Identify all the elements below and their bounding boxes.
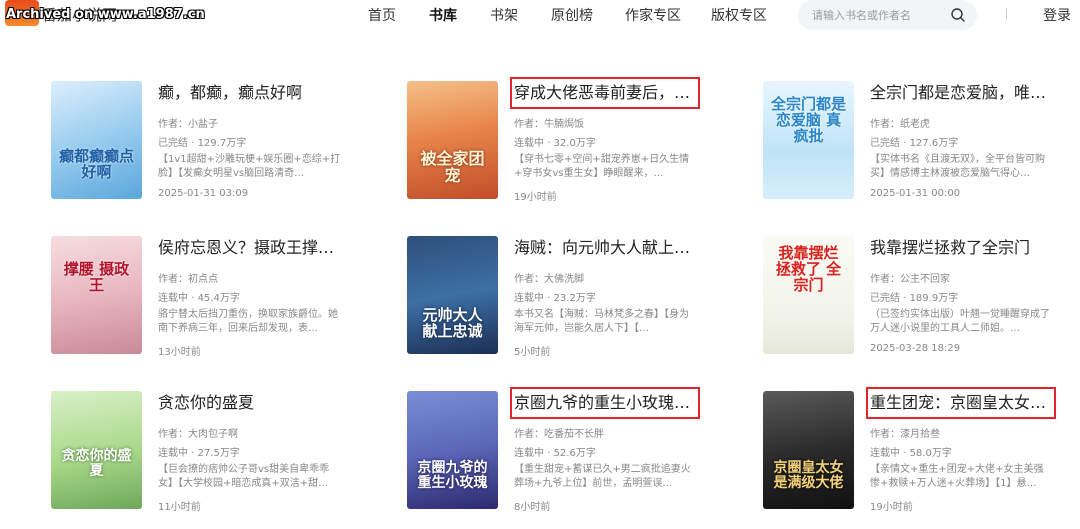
book-card[interactable]: 元帅大人 献上忠诚 海贼：向元帅大人献上忠诚 作者：大佛洗脚 连载中 · 23.… — [407, 236, 747, 358]
book-stats: 已完结 · 127.6万字 — [870, 138, 959, 149]
book-stats: 已完结 · 129.7万字 — [158, 138, 247, 149]
book-stats: 连载中 · 32.0万字 — [514, 138, 596, 149]
nav-bookshelf[interactable]: 书架 — [490, 5, 518, 25]
search-icon[interactable] — [950, 7, 966, 23]
book-stats: 已完结 · 189.9万字 — [870, 293, 959, 304]
book-card[interactable]: 癫都癫癫点好啊 癫，都癫，癫点好啊 作者：小盐子 已完结 · 129.7万字 【… — [51, 81, 391, 199]
book-description: 【巨会撩的痞帅公子哥vs甜美自卑乖乖女】【大学校园+暗恋成真+双洁+甜… — [158, 464, 330, 489]
book-cover[interactable]: 京圈皇太女 是满级大佬 — [763, 391, 854, 509]
nav-library[interactable]: 书库 — [429, 5, 457, 25]
book-card[interactable]: 京圈九爷的 重生小玫瑰 京圈九爷的重生小玫瑰，野又甜 作者：吃番茄不长胖 连载中… — [407, 387, 747, 513]
book-card[interactable]: 全宗门都是恋爱脑 真疯批 全宗门都是恋爱脑，唯我是真疯批 作者：纸老虎 已完结 … — [763, 81, 1080, 199]
book-cover[interactable]: 被全家团宠 — [407, 81, 498, 199]
search-box — [798, 0, 977, 30]
nav-author-zone[interactable]: 作家专区 — [625, 5, 681, 25]
book-title[interactable]: 海贼：向元帅大人献上忠诚 — [514, 236, 696, 260]
book-description: 本书又名【海贼：马林梵多之春】【身为海军元帅，岂能久居人下】【… — [514, 309, 689, 334]
book-title[interactable]: 侯府忘恩义？摄政王撑腰，嫡女杀疯了 — [158, 236, 340, 260]
book-stats: 连载中 · 58.0万字 — [870, 448, 952, 459]
book-title[interactable]: 穿成大佬恶毒前妻后，被全家团宠 — [510, 77, 700, 109]
book-cover[interactable]: 贪恋你的盛夏 — [51, 391, 142, 509]
book-stats: 连载中 · 23.2万字 — [514, 293, 596, 304]
update-time: 8小时前 — [514, 502, 551, 513]
book-author: 作者：大佛洗脚 — [514, 274, 584, 285]
update-time: 2025-01-31 00:00 — [870, 188, 961, 199]
book-description: （已签约实体出版）叶翘一觉睡醒穿成了万人迷小说里的工具人二师姐。… — [870, 309, 1050, 334]
book-cover[interactable]: 元帅大人 献上忠诚 — [407, 236, 498, 354]
update-time: 2025-03-28 18:29 — [870, 343, 961, 354]
book-stats: 连载中 · 45.4万字 — [158, 293, 240, 304]
book-author: 作者：牛腩焗饭 — [514, 119, 584, 130]
nav-original-ranking[interactable]: 原创榜 — [551, 5, 593, 25]
book-description: 【穿书七零+空间+甜宠养崽+日久生情+穿书女vs重生女】睁眼醒来，… — [514, 154, 690, 179]
book-cover[interactable]: 我靠摆烂 拯救了 全宗门 — [763, 236, 854, 354]
book-card[interactable]: 京圈皇太女 是满级大佬 重生团宠：京圈皇太女是满级大佬 作者：漆月拾叁 连载中 … — [763, 387, 1080, 513]
book-title[interactable]: 全宗门都是恋爱脑，唯我是真疯批 — [870, 81, 1052, 105]
book-title[interactable]: 癫，都癫，癫点好啊 — [158, 81, 340, 105]
book-title[interactable]: 我靠摆烂拯救了全宗门 — [870, 236, 1052, 260]
book-description: 【重生甜宠+蓄谋已久+男二疯批追妻火葬场+九爷上位】前世，孟明萱误… — [514, 464, 691, 489]
book-description: 【亲情文+重生+团宠+大佬+女主美强惨+救赎+万人迷+火葬场】【1】悬… — [870, 464, 1044, 489]
book-card[interactable]: 被全家团宠 穿成大佬恶毒前妻后，被全家团宠 作者：牛腩焗饭 连载中 · 32.0… — [407, 77, 747, 203]
nav-home[interactable]: 首页 — [368, 5, 396, 25]
book-author: 作者：小盐子 — [158, 119, 218, 130]
update-time: 19小时前 — [870, 502, 913, 513]
nav-copyright-zone[interactable]: 版权专区 — [711, 5, 767, 25]
book-stats: 连载中 · 52.6万字 — [514, 448, 596, 459]
book-author: 作者：漆月拾叁 — [870, 429, 940, 440]
book-author: 作者：初点点 — [158, 274, 218, 285]
book-stats: 连载中 · 27.5万字 — [158, 448, 240, 459]
book-author: 作者：大肉包子啊 — [158, 429, 238, 440]
update-time: 11小时前 — [158, 502, 201, 513]
book-author: 作者：公主不回家 — [870, 274, 950, 285]
book-card[interactable]: 撑腰 摄政王 侯府忘恩义？摄政王撑腰，嫡女杀疯了 作者：初点点 连载中 · 45… — [51, 236, 391, 358]
book-author: 作者：纸老虎 — [870, 119, 930, 130]
login-link[interactable]: 登录 — [1043, 5, 1071, 25]
book-author: 作者：吃番茄不长胖 — [514, 429, 604, 440]
update-time: 19小时前 — [514, 192, 557, 203]
book-cover[interactable]: 京圈九爷的 重生小玫瑰 — [407, 391, 498, 509]
book-title[interactable]: 重生团宠：京圈皇太女是满级大佬 — [866, 387, 1056, 419]
book-description: 骆宁替太后挡刀重伤，换取家族爵位。她南下养病三年，回来后却发现，表… — [158, 309, 338, 334]
book-card[interactable]: 贪恋你的盛夏 贪恋你的盛夏 作者：大肉包子啊 连载中 · 27.5万字 【巨会撩… — [51, 391, 391, 513]
update-time: 5小时前 — [514, 347, 551, 358]
header-divider — [1006, 8, 1007, 20]
book-cover[interactable]: 癫都癫癫点好啊 — [51, 81, 142, 199]
update-time: 13小时前 — [158, 347, 201, 358]
book-description: 【1v1超甜+沙雕玩梗+娱乐圈+恋综+打脸】【发癫女明星vs脑回路清奇… — [158, 154, 341, 179]
book-title[interactable]: 贪恋你的盛夏 — [158, 391, 340, 415]
book-card[interactable]: 我靠摆烂 拯救了 全宗门 我靠摆烂拯救了全宗门 作者：公主不回家 已完结 · 1… — [763, 236, 1080, 354]
book-cover[interactable]: 全宗门都是恋爱脑 真疯批 — [763, 81, 854, 199]
book-cover[interactable]: 撑腰 摄政王 — [51, 236, 142, 354]
book-title[interactable]: 京圈九爷的重生小玫瑰，野又甜 — [510, 387, 700, 419]
update-time: 2025-01-31 03:09 — [158, 188, 249, 199]
archive-watermark: Archived on www.a1987.cn — [6, 7, 205, 22]
top-navbar: 番茄小说网 Archived on www.a1987.cn 首页 书库 书架 … — [0, 0, 1080, 30]
search-input[interactable] — [812, 5, 942, 25]
book-description: 【实体书名《且渡无双》，全平台皆可购买】情感博主林渡被恋爱脑气得心… — [870, 154, 1045, 179]
